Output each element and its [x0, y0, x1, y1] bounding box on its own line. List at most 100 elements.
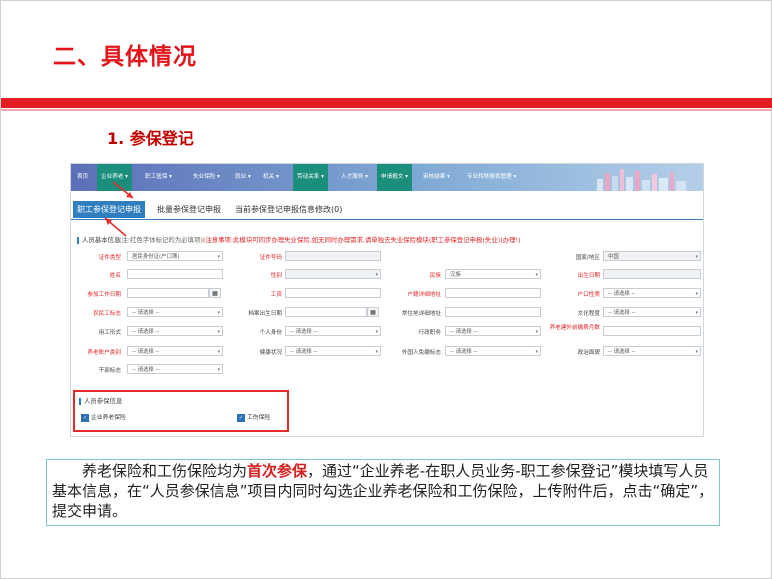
household-type-select[interactable]: -- 请选择 -- ▾ — [603, 288, 701, 298]
basic-info-heading: 人员基本信息 — [77, 235, 120, 244]
slide-subtitle: 1. 参保登记 — [107, 129, 194, 148]
employment-form-label: 用工形式 — [98, 330, 121, 336]
nav-item-talent-service[interactable]: 人才服务 ▾ — [337, 164, 372, 191]
id-type-label: 证件类型 — [98, 255, 121, 261]
work-start-date-input[interactable] — [127, 288, 209, 298]
chevron-down-icon: ▾ — [375, 329, 378, 335]
political-status-select[interactable]: -- 请选择 -- ▾ — [603, 346, 701, 356]
instruction-caption: 养老保险和工伤保险均为首次参保，通过“企业养老-在职人员业务-职工参保登记”模块… — [46, 459, 720, 526]
title-divider — [1, 98, 772, 108]
ethnicity-select[interactable]: 汉族 ▾ — [445, 269, 541, 279]
chevron-down-icon: ▾ — [695, 291, 698, 297]
basic-info-title: 人员基本信息 — [82, 236, 121, 244]
required-hint: (注:红色字体标记的为必填项) — [119, 236, 203, 244]
country-value: 中国 — [608, 254, 619, 260]
foreigner-flag-label: 外国人免缴标志 — [401, 350, 441, 356]
building-months-input[interactable] — [603, 326, 701, 336]
nav-item-application[interactable]: 申请报文 ▾ — [377, 164, 412, 191]
chevron-down-icon: ▾ — [695, 310, 698, 316]
cadre-flag-select[interactable]: -- 请选择 -- ▾ — [127, 364, 223, 374]
checkbox-label: 工伤保险 — [247, 415, 271, 421]
basic-info-notice: (注:红色字体标记的为必填项)(注意事项:此模块可同步办理失业保险,如无同时办理… — [119, 235, 521, 244]
slide-title: 二、具体情况 — [53, 44, 197, 70]
tab-modify-registration[interactable]: 当前参保登记申报信息修改(0) — [235, 201, 342, 218]
insurance-title: 人员参保信息 — [84, 397, 123, 405]
wage-input[interactable] — [285, 288, 381, 298]
chevron-down-icon: ▾ — [217, 310, 220, 316]
name-input[interactable] — [127, 269, 223, 279]
political-status-label: 政治面貌 — [577, 350, 600, 356]
arrow-head-icon — [126, 192, 133, 198]
id-type-select[interactable]: 居民身份证(户口簿) ▾ — [127, 251, 223, 261]
ethnicity-label: 民族 — [429, 273, 441, 279]
chevron-down-icon: ▾ — [695, 254, 698, 260]
personal-status-select[interactable]: -- 请选择 -- ▾ — [285, 326, 381, 336]
chevron-down-icon: ▾ — [217, 329, 220, 335]
ethnicity-value: 汉族 — [450, 272, 461, 278]
checkbox-work-injury[interactable]: ✓ 工伤保险 — [237, 412, 270, 422]
health-status-label: 健康状况 — [259, 350, 282, 356]
education-select[interactable]: -- 请选择 -- ▾ — [603, 307, 701, 317]
household-address-input[interactable] — [445, 288, 541, 298]
insurance-heading: 人员参保信息 — [79, 396, 122, 405]
education-value: -- 请选择 -- — [608, 310, 636, 316]
foreigner-flag-select[interactable]: -- 请选择 -- ▾ — [445, 346, 541, 356]
chevron-down-icon: ▾ — [695, 349, 698, 355]
birth-date-label: 出生日期 — [577, 273, 600, 279]
section-marker — [77, 236, 79, 244]
residence-address-input[interactable] — [445, 307, 541, 317]
chevron-down-icon: ▾ — [217, 254, 220, 260]
tab-employee-registration[interactable]: 职工参保登记申报 — [73, 201, 145, 218]
country-select[interactable]: 中国 ▾ — [603, 251, 701, 261]
city-skyline-icon — [597, 169, 686, 191]
gender-select[interactable]: ▾ — [285, 269, 381, 279]
nav-item-institution[interactable]: 机关 ▾ — [259, 164, 283, 191]
nav-item-medical-insurance[interactable]: 职工医保 ▾ — [141, 164, 176, 191]
caption-text: 养老保险和工伤保险均为首次参保，通过“企业养老-在职人员业务-职工参保登记”模块… — [52, 461, 714, 521]
chevron-down-icon: ▾ — [535, 329, 538, 335]
id-number-input[interactable] — [285, 251, 381, 261]
nav-item-transfer-reports[interactable]: 专业转移报表管理 ▾ — [463, 164, 520, 191]
foreigner-flag-value: -- 请选择 -- — [450, 349, 478, 355]
cadre-flag-label: 干部标志 — [98, 368, 121, 374]
migrant-flag-value: -- 请选择 -- — [132, 310, 160, 316]
id-number-label: 证件号码 — [259, 255, 282, 261]
residence-address-label: 常住地详细地址 — [401, 311, 441, 317]
education-label: 文化程度 — [577, 311, 600, 317]
nav-item-unemployment-insurance[interactable]: 失业保险 ▾ — [189, 164, 224, 191]
pension-account-type-select[interactable]: -- 请选择 -- ▾ — [127, 346, 223, 356]
employment-form-value: -- 请选择 -- — [132, 329, 160, 335]
nav-item-employment[interactable]: 就业 ▾ — [231, 164, 255, 191]
employment-form-select[interactable]: -- 请选择 -- ▾ — [127, 326, 223, 336]
embedded-screenshot: 首页 企业养老 ▾ 职工医保 ▾ 失业保险 ▾ 就业 ▾ 机关 ▾ 劳动关系 ▾… — [70, 163, 704, 437]
calendar-icon[interactable]: ▦ — [209, 288, 221, 298]
cadre-flag-value: -- 请选择 -- — [132, 367, 160, 373]
wage-label: 工资 — [270, 292, 282, 298]
personal-status-label: 个人身份 — [259, 330, 282, 336]
admin-position-value: -- 请选择 -- — [450, 329, 478, 335]
id-type-value: 居民身份证(户口簿) — [132, 254, 180, 260]
chevron-down-icon: ▾ — [375, 349, 378, 355]
notice-text: (注意事项:此模块可同步办理失业保险,如无同时办理需求,请单独去失业保险模块(职… — [202, 236, 521, 244]
checkbox-checked-icon: ✓ — [81, 413, 89, 422]
country-label: 国家/地区 — [575, 255, 600, 261]
checkbox-enterprise-pension[interactable]: ✓ 企业养老保险 — [81, 412, 126, 422]
chevron-down-icon: ▾ — [535, 272, 538, 278]
calendar-icon[interactable]: ▦ — [367, 307, 379, 317]
nav-item-labor-relations[interactable]: 劳动关系 ▾ — [293, 164, 328, 191]
tab-batch-registration[interactable]: 批量参保登记申报 — [157, 201, 221, 218]
nav-item-home[interactable]: 首页 — [73, 164, 92, 191]
admin-position-select[interactable]: -- 请选择 -- ▾ — [445, 326, 541, 336]
nav-item-review-results[interactable]: 审核结果 ▾ — [419, 164, 454, 191]
archive-birth-date-input[interactable] — [285, 307, 367, 317]
arrow-to-tab — [104, 217, 127, 237]
household-type-label: 户口性质 — [577, 292, 600, 298]
health-status-select[interactable]: -- 请选择 -- ▾ — [285, 346, 381, 356]
birth-date-input[interactable] — [603, 269, 701, 279]
title-divider-shadow — [1, 109, 772, 111]
nav-item-enterprise-pension[interactable]: 企业养老 ▾ — [97, 164, 132, 191]
top-nav-bar: 首页 企业养老 ▾ 职工医保 ▾ 失业保险 ▾ 就业 ▾ 机关 ▾ 劳动关系 ▾… — [71, 164, 703, 191]
checkbox-checked-icon: ✓ — [237, 413, 245, 422]
migrant-flag-select[interactable]: -- 请选择 -- ▾ — [127, 307, 223, 317]
household-type-value: -- 请选择 -- — [608, 291, 636, 297]
